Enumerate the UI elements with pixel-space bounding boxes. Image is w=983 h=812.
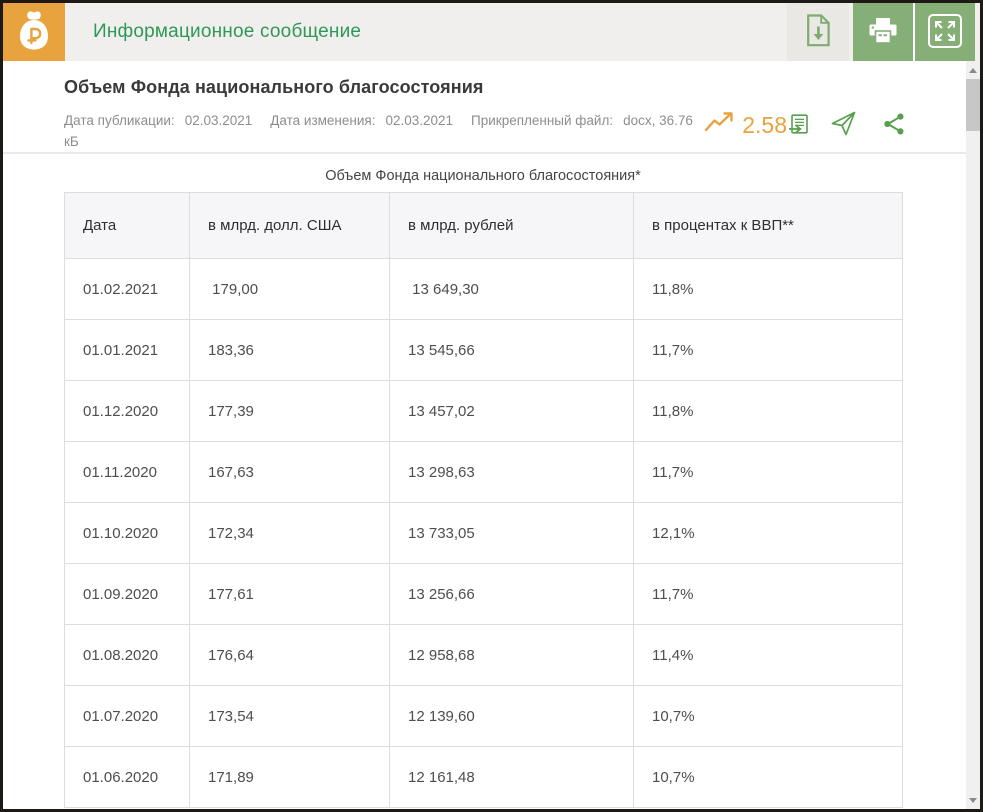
send-plane-icon <box>830 110 857 140</box>
scroll-up-button[interactable] <box>966 63 980 77</box>
download-button[interactable] <box>787 3 849 61</box>
print-button[interactable] <box>853 3 913 61</box>
table-cell: 171,89 <box>189 746 390 808</box>
scroll-down-button[interactable] <box>966 793 980 807</box>
table-cell: 01.12.2020 <box>64 380 190 442</box>
table-cell: 12,1% <box>633 502 903 564</box>
trend-up-icon <box>704 111 735 139</box>
rating-value: 2.58 <box>742 111 787 138</box>
table-cell: 13 256,66 <box>389 563 634 625</box>
column-header-rub: в млрд. рублей <box>389 192 634 259</box>
table-cell: 01.08.2020 <box>64 624 190 686</box>
table-cell: 13 457,02 <box>389 380 634 442</box>
column-header-gdp: в процентах к ВВП** <box>633 192 903 259</box>
publication-date-label: Дата публикации: <box>64 113 175 128</box>
table-cell: 179,00 <box>189 258 390 320</box>
modified-date-value: 02.03.2021 <box>385 113 454 128</box>
table-row: 01.07.2020 173,54 12 139,60 10,7% <box>64 685 903 747</box>
table-header-row: Дата в млрд. долл. США в млрд. рублей в … <box>64 192 903 259</box>
page-window: Информационное сообщение Объем Фонда нац… <box>0 0 983 812</box>
table-row: 01.11.2020 167,63 13 298,63 11,7% <box>64 441 903 503</box>
table-cell: 11,4% <box>633 624 903 686</box>
table-cell: 177,39 <box>189 380 390 442</box>
attached-file-label: Прикрепленный файл: <box>471 113 614 128</box>
table-cell: 12 161,48 <box>389 746 634 808</box>
fund-volume-table: Дата в млрд. долл. США в млрд. рублей в … <box>64 192 903 808</box>
table-cell: 12 139,60 <box>389 685 634 747</box>
share-button[interactable] <box>883 112 905 139</box>
stats-report-icon <box>788 113 808 137</box>
table-row: 01.01.2021 183,36 13 545,66 11,7% <box>64 319 903 381</box>
table-cell: 10,7% <box>633 685 903 747</box>
table-cell: 13 545,66 <box>389 319 634 381</box>
table-cell: 01.11.2020 <box>64 441 190 503</box>
table-cell: 01.10.2020 <box>64 502 190 564</box>
fullscreen-button[interactable] <box>915 3 975 61</box>
money-bag-ruble-icon <box>16 9 52 56</box>
article-title: Объем Фонда национального благосостояния <box>64 77 484 97</box>
table-cell: 11,8% <box>633 258 903 320</box>
scroll-up-icon <box>969 67 977 73</box>
table-cell: 11,7% <box>633 563 903 625</box>
table-cell: 176,64 <box>189 624 390 686</box>
table-cell: 01.01.2021 <box>64 319 190 381</box>
column-header-usd: в млрд. долл. США <box>189 192 390 259</box>
table-row: 01.02.2021 179,00 13 649,30 11,8% <box>64 258 903 320</box>
print-icon <box>868 17 898 48</box>
send-button[interactable] <box>830 110 857 140</box>
column-header-date: Дата <box>64 192 190 259</box>
rating-widget: 2.58 <box>704 108 905 142</box>
scroll-down-icon <box>969 797 977 803</box>
table-cell: 11,7% <box>633 319 903 381</box>
table-cell: 177,61 <box>189 563 390 625</box>
table-cell: 11,8% <box>633 380 903 442</box>
modified-date-label: Дата изменения: <box>270 113 376 128</box>
fullscreen-icon <box>927 13 963 52</box>
stats-report-button[interactable] <box>788 113 808 137</box>
download-document-icon <box>805 14 832 50</box>
table-cell: 01.09.2020 <box>64 563 190 625</box>
toolbar-actions <box>787 3 975 61</box>
section-divider <box>3 152 966 154</box>
table-cell: 173,54 <box>189 685 390 747</box>
money-bag-logo[interactable] <box>3 3 65 61</box>
table-title: Объем Фонда национального благосостояния… <box>325 168 641 184</box>
table-row: 01.10.2020 172,34 13 733,05 12,1% <box>64 502 903 564</box>
table-row: 01.08.2020 176,64 12 958,68 11,4% <box>64 624 903 686</box>
table-cell: 13 733,05 <box>389 502 634 564</box>
table-cell: 10,7% <box>633 746 903 808</box>
table-cell: 172,34 <box>189 502 390 564</box>
table-cell: 01.06.2020 <box>64 746 190 808</box>
table-cell: 01.07.2020 <box>64 685 190 747</box>
attached-file-link[interactable]: docx, 36.76 <box>623 113 693 128</box>
table-cell: 167,63 <box>189 441 390 503</box>
attached-file-size-unit[interactable]: кБ <box>64 131 712 152</box>
table-cell: 11,7% <box>633 441 903 503</box>
share-icon <box>883 112 905 139</box>
article-meta: Дата публикации: 02.03.2021 Дата изменения… <box>64 110 712 152</box>
table-cell: 01.02.2021 <box>64 258 190 320</box>
table-row: 01.09.2020 177,61 13 256,66 11,7% <box>64 563 903 625</box>
publication-date-value: 02.03.2021 <box>184 113 253 128</box>
table-cell: 12 958,68 <box>389 624 634 686</box>
table-cell: 13 649,30 <box>389 258 634 320</box>
table-row: 01.12.2020 177,39 13 457,02 11,8% <box>64 380 903 442</box>
vertical-scrollbar[interactable] <box>966 61 980 809</box>
table-cell: 13 298,63 <box>389 441 634 503</box>
page-title: Информационное сообщение <box>93 21 362 42</box>
toolbar: Информационное сообщение <box>3 3 980 61</box>
scrollbar-thumb[interactable] <box>966 79 980 131</box>
table-cell: 183,36 <box>189 319 390 381</box>
table-row: 01.06.2020 171,89 12 161,48 10,7% <box>64 746 903 808</box>
